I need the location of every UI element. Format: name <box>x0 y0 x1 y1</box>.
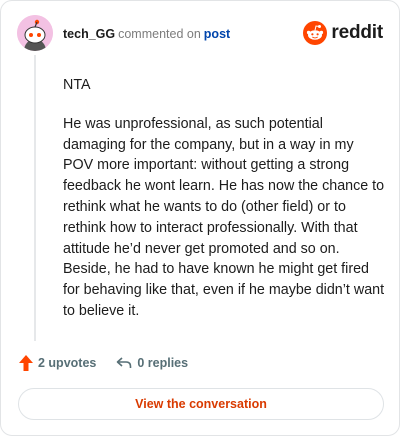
view-conversation-button[interactable]: View the conversation <box>18 388 384 420</box>
upvotes-label: 2 upvotes <box>38 356 97 370</box>
post-link[interactable]: post <box>204 27 230 41</box>
avatar[interactable] <box>17 15 53 51</box>
reddit-brand[interactable]: reddit <box>303 21 383 45</box>
upvotes[interactable]: 2 upvotes <box>19 355 96 371</box>
reddit-logo-icon <box>303 21 328 45</box>
comment-paragraph: NTA <box>63 77 91 93</box>
replies[interactable]: 0 replies <box>116 356 188 370</box>
username[interactable]: tech_GG <box>63 27 115 41</box>
replies-label: 0 replies <box>137 356 189 370</box>
comment-body: NTA He was unprofessional, as such poten… <box>63 75 385 340</box>
comment-header: tech_GG commented on post <box>63 27 230 41</box>
action-text: commented on <box>118 27 201 41</box>
comment-footer: 2 upvotes 0 replies <box>19 355 208 371</box>
upvote-arrow-icon <box>19 355 33 371</box>
comment-card: tech_GG commented on post reddit NTA He wa… <box>0 0 400 436</box>
snoo-avatar-icon <box>17 15 53 51</box>
reply-arrow-icon <box>117 357 132 368</box>
comment-paragraph: He was unprofessional, as such potential… <box>63 115 385 319</box>
brand-wordmark: reddit <box>331 22 383 43</box>
thread-line <box>34 55 36 341</box>
